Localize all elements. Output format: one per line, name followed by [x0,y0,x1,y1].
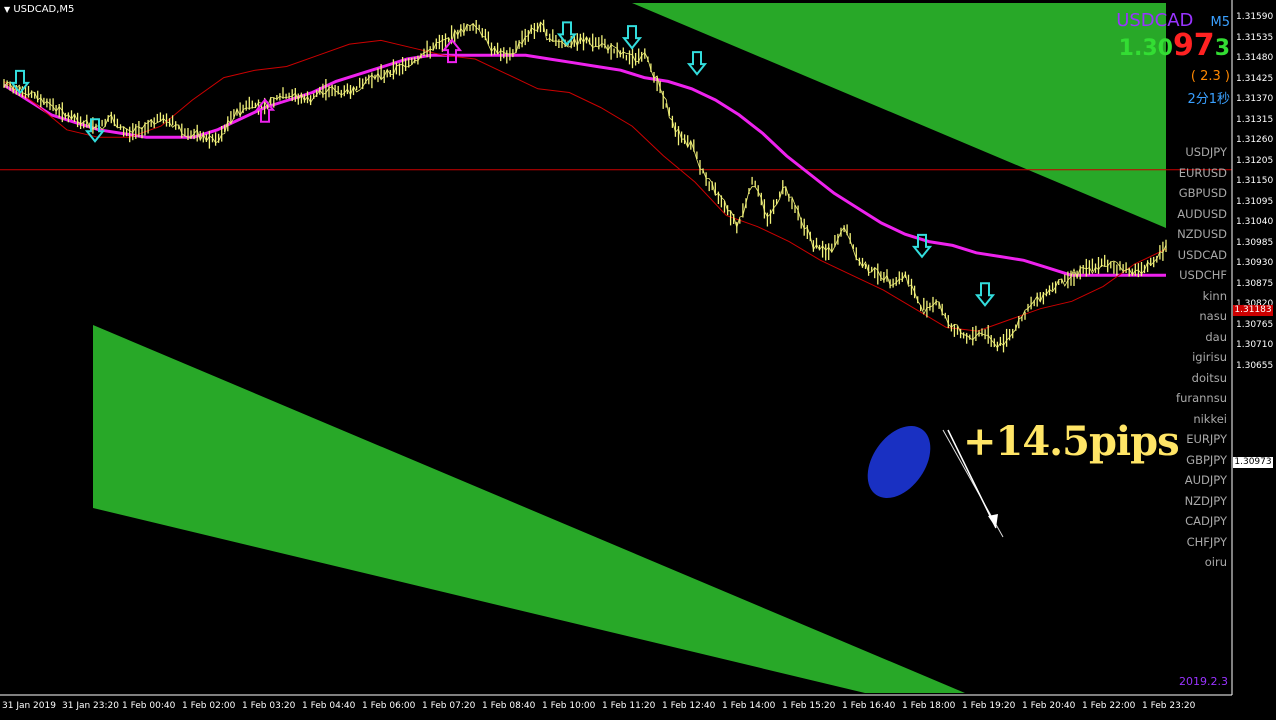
price-tick: 1.30710 [1236,340,1274,350]
pair-item-eurusd[interactable]: EURUSD [1179,166,1227,180]
price-tick: 1.31205 [1236,155,1274,166]
time-tick: 1 Feb 23:20 [1142,701,1196,711]
price-tick: 1.31370 [1236,94,1274,104]
pair-item-chfjpy[interactable]: CHFJPY [1187,535,1227,549]
pair-item-kinn[interactable]: kinn [1203,289,1227,303]
time-tick: 1 Feb 16:40 [842,701,896,711]
time-tick: 1 Feb 00:40 [122,701,176,711]
pair-item-nzdusd[interactable]: NZDUSD [1177,227,1227,241]
pair-item-oiru[interactable]: oiru [1205,555,1227,569]
time-tick: 31 Jan 23:20 [62,701,119,711]
channel-band-upper [632,3,1166,228]
current-price-label: 1.30973 [1233,457,1273,468]
price-tick: 1.30655 [1236,360,1274,371]
price-tick: 1.31150 [1236,176,1274,186]
time-tick: 1 Feb 20:40 [1022,701,1076,711]
pair-item-doitsu[interactable]: doitsu [1192,371,1227,385]
time-tick: 31 Jan 2019 [2,701,56,711]
pair-item-audjpy[interactable]: AUDJPY [1185,473,1227,487]
pair-item-usdjpy[interactable]: USDJPY [1185,145,1227,159]
pair-item-nikkei[interactable]: nikkei [1193,412,1227,426]
time-tick: 1 Feb 11:20 [602,701,656,711]
time-tick: 1 Feb 10:00 [542,701,596,711]
pair-item-usdcad[interactable]: USDCAD [1178,248,1227,262]
pair-item-furannsu[interactable]: furannsu [1176,391,1227,405]
time-tick: 1 Feb 04:40 [302,701,356,711]
time-tick: 1 Feb 02:00 [182,701,236,711]
price-tick: 1.31425 [1236,73,1274,84]
triangle-down-icon[interactable]: ▼ [4,5,10,14]
pair-item-nzdjpy[interactable]: NZDJPY [1185,494,1227,508]
time-tick: 1 Feb 22:00 [1082,701,1136,711]
chart-canvas[interactable] [0,0,1276,720]
pair-item-nasu[interactable]: nasu [1199,309,1227,323]
price-tick: 1.31590 [1236,12,1274,22]
price-tick: 1.31040 [1236,217,1274,227]
pair-item-gbpusd[interactable]: GBPUSD [1179,186,1227,200]
price-tick: 1.31095 [1236,196,1274,207]
pair-item-usdchf[interactable]: USDCHF [1179,268,1227,282]
hline-price-label: 1.31183 [1233,305,1273,316]
time-tick: 1 Feb 18:00 [902,701,956,711]
time-tick: 1 Feb 06:00 [362,701,416,711]
price-tick: 1.31480 [1236,53,1274,63]
sell-arrow-icon [84,118,106,143]
date-stamp: 2019.2.3 [1179,675,1228,688]
countdown-label: 2分1秒 [1187,92,1230,107]
sell-arrow-icon [974,282,996,307]
price-tick: 1.31535 [1236,32,1274,43]
time-tick: 1 Feb 14:00 [722,701,776,711]
sell-arrow-icon [686,51,708,76]
pair-item-audusd[interactable]: AUDUSD [1177,207,1227,221]
price-tick: 1.30930 [1236,258,1274,268]
bid-price: 1.30973 [1118,28,1230,63]
price-tick: 1.31315 [1236,114,1274,125]
pair-item-eurjpy[interactable]: EURJPY [1186,432,1227,446]
pair-item-gbpjpy[interactable]: GBPJPY [1186,453,1227,467]
pair-item-igirisu[interactable]: igirisu [1192,350,1227,364]
price-tick: 1.31260 [1236,135,1274,145]
time-tick: 1 Feb 08:40 [482,701,536,711]
spread-label: ( 2.3 ) [1190,69,1230,84]
chart-title: ▼ USDCAD,M5 [4,4,75,15]
price-tick: 1.30765 [1236,319,1274,330]
channel-band-lower [93,325,965,693]
time-tick: 1 Feb 15:20 [782,701,836,711]
price-tick: 1.30985 [1236,237,1274,248]
highlight-ellipse [867,425,931,499]
time-tick: 1 Feb 12:40 [662,701,716,711]
pair-item-cadjpy[interactable]: CADJPY [1185,514,1227,528]
quote-panel: USDCAD M5 1.30973 ( 2.3 ) 2分1秒 [1116,10,1230,107]
pips-annotation: +14.5pips [963,418,1180,465]
pair-item-dau[interactable]: dau [1205,330,1227,344]
price-tick: 1.30875 [1236,278,1274,289]
time-tick: 1 Feb 03:20 [242,701,296,711]
time-tick: 1 Feb 19:20 [962,701,1016,711]
time-tick: 1 Feb 07:20 [422,701,476,711]
sell-arrow-icon [621,25,643,50]
